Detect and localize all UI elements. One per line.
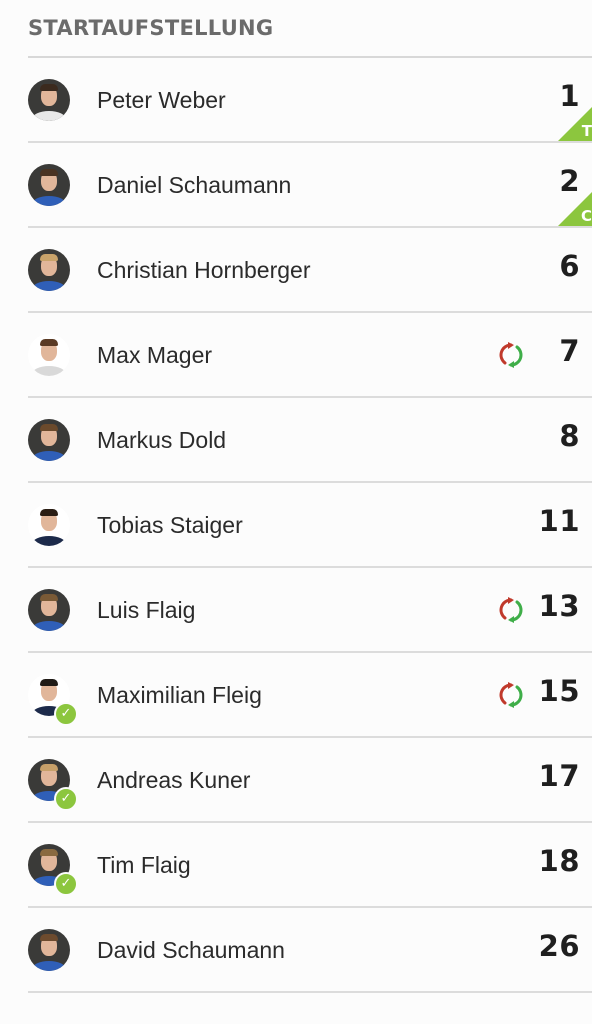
confirmed-check-icon: ✓: [54, 787, 78, 811]
shirt-number: 18: [538, 844, 580, 878]
player-name: Daniel Schaumann: [97, 172, 292, 198]
player-name: Luis Flaig: [97, 597, 196, 623]
shirt-number: 6: [559, 249, 580, 283]
player-name: Tobias Staiger: [97, 512, 243, 538]
player-avatar: [28, 79, 70, 121]
role-badge-letter: T: [581, 122, 592, 140]
lineup-page: STARTAUFSTELLUNG Peter Weber 1 T Daniel Sch…: [0, 0, 592, 1024]
shirt-number: 13: [538, 589, 580, 623]
player-name: Tim Flaig: [97, 852, 191, 878]
player-avatar: [28, 589, 70, 631]
shirt-number: 11: [538, 504, 580, 538]
player-row[interactable]: David Schaumann 26: [28, 908, 592, 993]
player-avatar: [28, 334, 70, 376]
player-row[interactable]: ✓ Tim Flaig 18: [28, 823, 592, 908]
shirt-number: 15: [538, 674, 580, 708]
player-row[interactable]: Max Mager 7: [28, 313, 592, 398]
substitution-icon: [499, 342, 523, 368]
shirt-number: 26: [538, 929, 580, 963]
player-list: Peter Weber 1 T Daniel Schaumann 2 C Christian…: [28, 58, 592, 993]
player-row[interactable]: Christian Hornberger 6: [28, 228, 592, 313]
player-name: Max Mager: [97, 342, 213, 368]
player-avatar: [28, 419, 70, 461]
player-row[interactable]: ✓ Maximilian Fleig 15: [28, 653, 592, 738]
player-name: Christian Hornberger: [97, 257, 311, 283]
player-name: Maximilian Fleig: [97, 682, 262, 708]
player-row[interactable]: Luis Flaig 13: [28, 568, 592, 653]
player-name: Markus Dold: [97, 427, 227, 453]
player-row[interactable]: Daniel Schaumann 2 C: [28, 143, 592, 228]
shirt-number: 8: [559, 419, 580, 453]
player-row[interactable]: Peter Weber 1 T: [28, 58, 592, 143]
confirmed-check-icon: ✓: [54, 872, 78, 896]
player-row[interactable]: ✓ Andreas Kuner 17: [28, 738, 592, 823]
section-title: STARTAUFSTELLUNG: [28, 16, 274, 40]
substitution-icon: [499, 597, 523, 623]
substitution-icon: [499, 682, 523, 708]
player-row[interactable]: Tobias Staiger 11: [28, 483, 592, 568]
confirmed-check-icon: ✓: [54, 702, 78, 726]
player-name: David Schaumann: [97, 937, 285, 963]
player-avatar: [28, 504, 70, 546]
role-badge-letter: C: [580, 207, 592, 225]
player-avatar: [28, 164, 70, 206]
player-name: Peter Weber: [97, 87, 226, 113]
shirt-number: 17: [538, 759, 580, 793]
player-row[interactable]: Markus Dold 8: [28, 398, 592, 483]
player-name: Andreas Kuner: [97, 767, 251, 793]
player-avatar: [28, 249, 70, 291]
player-avatar: [28, 929, 70, 971]
shirt-number: 7: [559, 334, 580, 368]
